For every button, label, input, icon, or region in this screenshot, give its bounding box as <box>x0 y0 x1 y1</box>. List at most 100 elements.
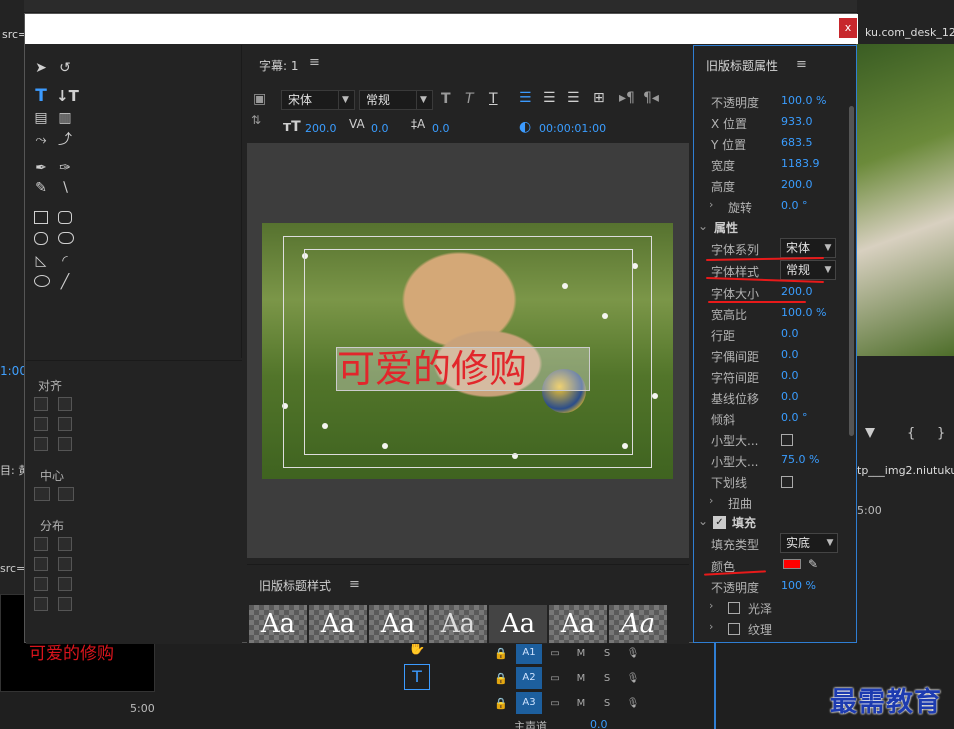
small-caps-checkbox[interactable] <box>781 434 793 446</box>
x-position-value[interactable]: 933.0 <box>781 115 813 128</box>
editor-menu-icon[interactable]: ≡ <box>309 55 320 70</box>
track-a3[interactable]: 🔒 A3 ▭ M S 🎙 <box>448 692 688 714</box>
kerning-value[interactable]: 0.0 <box>371 122 389 135</box>
distribute-top-icon[interactable] <box>58 537 72 551</box>
track-name[interactable]: A2 <box>516 667 542 689</box>
mark-in-icon[interactable]: { <box>907 426 915 441</box>
dialog-titlebar[interactable]: x <box>25 14 858 44</box>
vertical-area-type-tool-icon[interactable]: ▥ <box>56 109 74 127</box>
fill-checkbox[interactable]: ✓ <box>713 516 726 529</box>
sync-icon[interactable]: ▭ <box>542 648 568 659</box>
distribute-h-space-icon[interactable] <box>34 597 48 611</box>
sheen-checkbox[interactable] <box>728 602 740 614</box>
center-vertical-icon[interactable] <box>58 487 74 501</box>
italic-icon[interactable]: T <box>465 91 474 107</box>
color-swatch[interactable] <box>783 559 801 569</box>
distribute-right-icon[interactable] <box>34 577 48 591</box>
align-left-text-icon[interactable]: ☰ <box>519 90 532 106</box>
playhead[interactable] <box>714 640 716 729</box>
selection-tool-icon[interactable]: ➤ <box>32 59 50 77</box>
font-style-dropdown[interactable]: 常规 ▼ <box>780 260 836 280</box>
underline-checkbox[interactable] <box>781 476 793 488</box>
center-horizontal-icon[interactable] <box>34 487 50 501</box>
font-size-value[interactable]: 200.0 <box>781 285 813 298</box>
eyedropper-icon[interactable]: ✎ <box>808 557 818 571</box>
mic-icon[interactable]: 🎙 <box>620 648 646 659</box>
track-name[interactable]: A3 <box>516 692 542 714</box>
styles-menu-icon[interactable]: ≡ <box>349 577 360 592</box>
type-tool-icon[interactable]: T <box>32 87 50 105</box>
title-text-box[interactable]: 可爱的修购 <box>336 347 590 391</box>
solo-button[interactable]: S <box>594 673 620 684</box>
title-canvas[interactable]: 可爱的修购 <box>247 143 689 558</box>
align-center-h-icon[interactable] <box>34 417 48 431</box>
background-video-icon[interactable]: ▸¶ <box>619 90 635 106</box>
baseline-value[interactable]: 0.0 <box>781 390 799 403</box>
styles-panel-title[interactable]: 旧版标题样式 <box>259 577 331 594</box>
area-type-tool-icon[interactable]: ▤ <box>32 109 50 127</box>
distribute-v-space-icon[interactable] <box>58 597 72 611</box>
y-position-value[interactable]: 683.5 <box>781 136 813 149</box>
distribute-center-v-icon[interactable] <box>58 557 72 571</box>
distribute-bottom-icon[interactable] <box>58 577 72 591</box>
track-a2[interactable]: 🔒 A2 ▭ M S 🎙 <box>448 667 688 689</box>
texture-checkbox[interactable] <box>728 623 740 635</box>
style-swatch[interactable]: Aa <box>369 605 427 643</box>
lock-icon[interactable]: 🔒 <box>494 647 510 660</box>
align-left-icon[interactable] <box>34 397 48 411</box>
rectangle-tool-icon[interactable] <box>34 211 48 224</box>
type-tool-icon[interactable]: T <box>404 664 430 690</box>
aspect-value[interactable]: 100.0 % <box>781 306 826 319</box>
baseline-value[interactable]: 0.0 <box>432 122 450 135</box>
opacity-value[interactable]: 100.0 % <box>781 94 826 107</box>
style-swatch[interactable]: Aa <box>429 605 487 643</box>
marker-icon[interactable] <box>865 428 875 438</box>
bold-icon[interactable]: T <box>441 91 451 107</box>
sync-icon[interactable]: ▭ <box>542 698 568 709</box>
tab-stops-icon[interactable]: ⊞ <box>593 90 605 106</box>
rounded-corner-rect-tool-icon[interactable] <box>58 211 72 224</box>
arc-tool-icon[interactable]: ◜ <box>56 252 74 270</box>
properties-scrollbar[interactable] <box>849 106 854 436</box>
close-button[interactable]: x <box>839 18 857 38</box>
sync-icon[interactable]: ▭ <box>542 673 568 684</box>
mark-out-icon[interactable]: } <box>937 426 945 441</box>
underline-icon[interactable]: T <box>489 91 498 107</box>
solo-button[interactable]: S <box>594 648 620 659</box>
properties-panel-title[interactable]: 旧版标题属性 <box>706 57 778 74</box>
rotation-value[interactable]: 0.0 ° <box>781 199 808 212</box>
small-caps-size-value[interactable]: 75.0 % <box>781 453 819 466</box>
clipped-corner-rect-tool-icon[interactable] <box>34 232 48 245</box>
rotation-tool-icon[interactable]: ↺ <box>56 59 74 77</box>
width-value[interactable]: 1183.9 <box>781 157 820 170</box>
convert-anchor-tool-icon[interactable]: ∖ <box>56 179 74 197</box>
mute-button[interactable]: M <box>568 648 594 659</box>
show-background-icon[interactable]: ¶◂ <box>643 90 659 106</box>
font-size-value[interactable]: 200.0 <box>305 122 337 135</box>
align-center-v-icon[interactable] <box>58 417 72 431</box>
align-right-icon[interactable] <box>34 437 48 451</box>
new-title-icon[interactable]: ▣ <box>253 91 266 107</box>
mute-button[interactable]: M <box>568 673 594 684</box>
align-center-text-icon[interactable]: ☰ <box>543 90 556 106</box>
leading-value[interactable]: 0.0 <box>781 327 799 340</box>
path-type-tool-icon[interactable]: ⤳ <box>32 131 50 149</box>
delete-anchor-tool-icon[interactable]: ✑ <box>56 159 74 177</box>
mic-icon[interactable]: 🎙 <box>620 673 646 684</box>
fill-type-dropdown[interactable]: 实底 ▼ <box>780 533 838 553</box>
vertical-path-type-tool-icon[interactable]: ⤴ <box>56 131 74 149</box>
ellipse-tool-icon[interactable] <box>34 275 50 287</box>
style-swatch[interactable]: Aa <box>489 605 547 643</box>
fill-opacity-value[interactable]: 100 % <box>781 579 816 592</box>
properties-menu-icon[interactable]: ≡ <box>796 57 807 72</box>
distribute-left-icon[interactable] <box>34 537 48 551</box>
prop-rotation[interactable]: › 旋转 0.0 ° <box>694 196 844 217</box>
tracking-value[interactable]: 0.0 <box>781 369 799 382</box>
wedge-tool-icon[interactable]: ◺ <box>32 252 50 270</box>
prop-sheen[interactable]: › 光泽 <box>694 597 844 618</box>
solo-button[interactable]: S <box>594 698 620 709</box>
font-family-dropdown[interactable]: 宋体 ▼ <box>780 238 836 258</box>
style-swatch[interactable]: Aa <box>249 605 307 643</box>
master-track-value[interactable]: 0.0 <box>590 718 608 729</box>
add-anchor-tool-icon[interactable]: ✎ <box>32 179 50 197</box>
